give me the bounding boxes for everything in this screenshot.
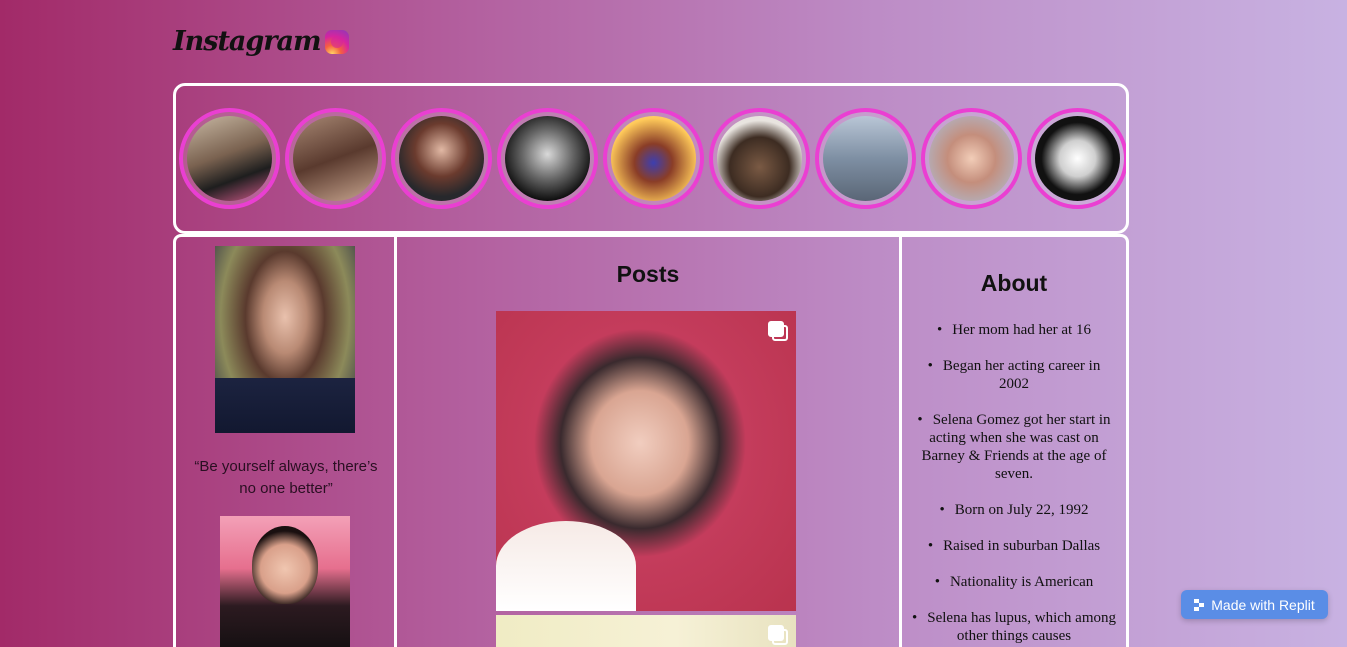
- multiple-photos-icon: [768, 625, 788, 645]
- post-image[interactable]: [496, 615, 796, 647]
- story-avatar: [1035, 116, 1120, 201]
- badge-label: Made with Replit: [1211, 596, 1315, 613]
- story-avatar: [823, 116, 908, 201]
- posts-title: Posts: [616, 261, 680, 287]
- story-6[interactable]: [709, 108, 810, 209]
- profile-secondary-photo: [220, 516, 350, 647]
- profile-column: “Be yourself always, there’s no one bett…: [173, 234, 397, 647]
- profile-quote: “Be yourself always, there’s no one bett…: [194, 458, 378, 497]
- instagram-icon: [324, 29, 349, 54]
- story-avatar: [505, 116, 590, 201]
- made-with-replit-badge[interactable]: Made with Replit: [1181, 590, 1328, 619]
- story-5[interactable]: [603, 108, 704, 209]
- post-image[interactable]: [496, 311, 796, 611]
- about-list: Her mom had her at 16 Began her acting c…: [912, 321, 1116, 647]
- story-avatar: [187, 116, 272, 201]
- story-avatar: [717, 116, 802, 201]
- about-item: Born on July 22, 1992: [912, 501, 1116, 519]
- about-item: Her mom had her at 16: [912, 321, 1116, 339]
- about-title: About: [980, 270, 1048, 296]
- story-2[interactable]: [285, 108, 386, 209]
- about-item: Raised in suburban Dallas: [912, 537, 1116, 555]
- story-avatar: [399, 116, 484, 201]
- about-item: Nationality is American: [912, 573, 1116, 591]
- stories-bar: [173, 83, 1129, 234]
- story-9[interactable]: [1027, 108, 1126, 209]
- story-3[interactable]: [391, 108, 492, 209]
- story-8[interactable]: [921, 108, 1022, 209]
- story-4[interactable]: [497, 108, 598, 209]
- story-7[interactable]: [815, 108, 916, 209]
- about-item: Selena Gomez got her start in acting whe…: [912, 411, 1116, 483]
- story-avatar: [929, 116, 1014, 201]
- story-avatar: [293, 116, 378, 201]
- about-item: Began her acting career in 2002: [912, 357, 1116, 393]
- logo-text: Instagram: [173, 26, 322, 57]
- story-1[interactable]: [179, 108, 280, 209]
- story-avatar: [611, 116, 696, 201]
- posts-column: Posts: [397, 234, 902, 647]
- about-column: About Her mom had her at 16 Began her ac…: [902, 234, 1129, 647]
- about-item: Selena has lupus, which among other thin…: [912, 609, 1116, 645]
- profile-photo: [215, 246, 355, 433]
- replit-icon: [1194, 598, 1205, 611]
- multiple-photos-icon: [768, 321, 788, 341]
- logo[interactable]: Instagram: [173, 26, 349, 57]
